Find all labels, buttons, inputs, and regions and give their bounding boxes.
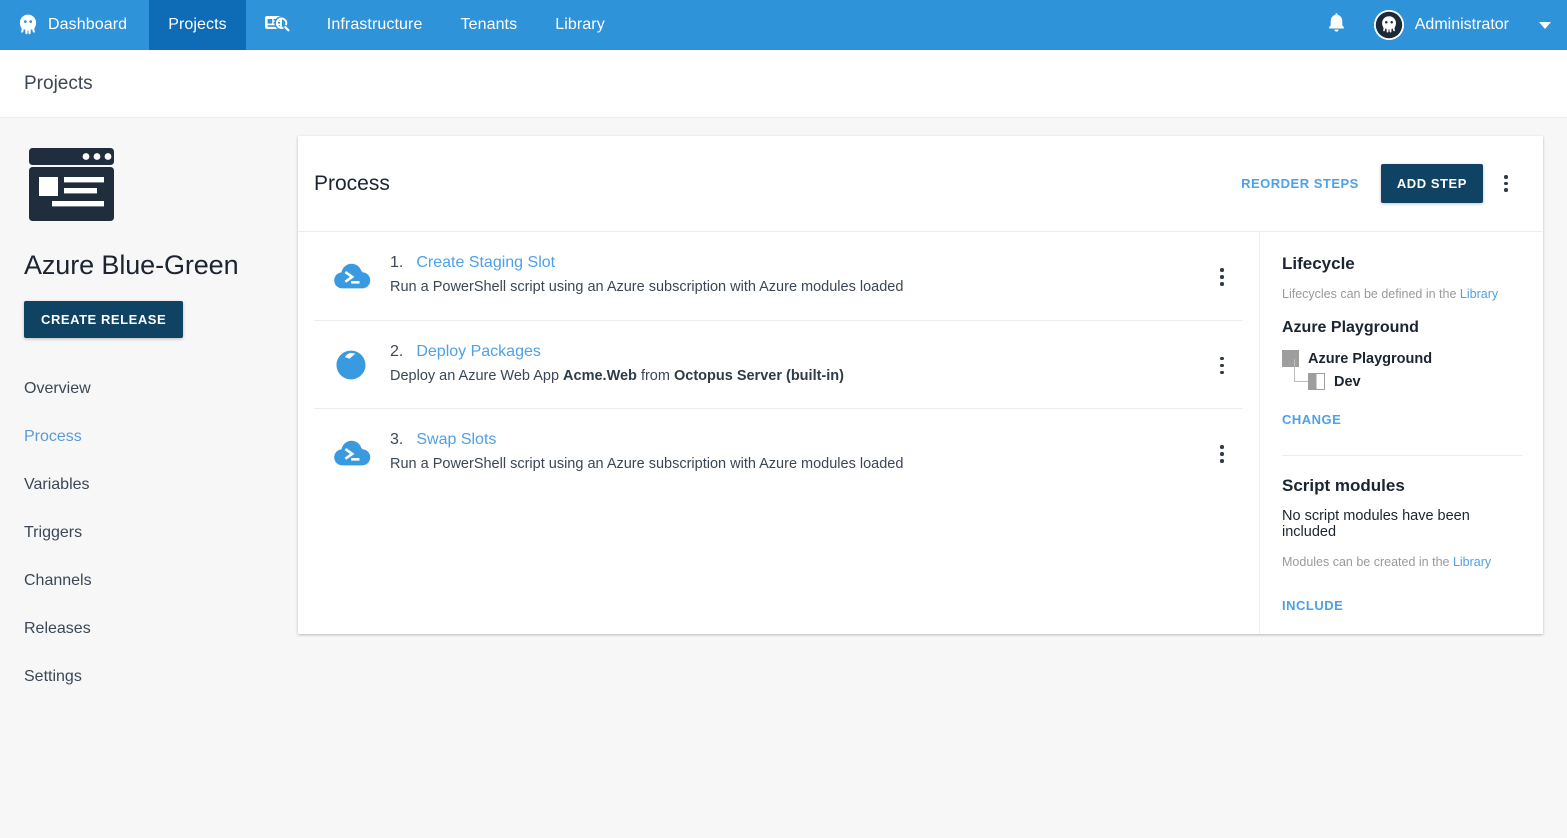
notifications-button[interactable] <box>1310 0 1364 50</box>
nav-item-infrastructure-label: Infrastructure <box>327 16 423 34</box>
script-modules-library-link[interactable]: Library <box>1453 555 1491 569</box>
script-modules-hint-text: Modules can be created in the <box>1282 555 1453 569</box>
step-overflow-menu-icon[interactable] <box>1205 260 1239 294</box>
change-lifecycle-button[interactable]: CHANGE <box>1271 402 1352 437</box>
nav-item-dashboard[interactable]: Dashboard <box>0 0 149 50</box>
process-card-body: 1. Create Staging Slot Run a PowerShell … <box>298 232 1543 634</box>
search-icon <box>264 12 290 39</box>
list-item: Azure Playground <box>1282 350 1523 367</box>
step-content: 1. Create Staging Slot Run a PowerShell … <box>390 252 1205 298</box>
table-row[interactable]: 1. Create Staging Slot Run a PowerShell … <box>314 232 1243 321</box>
nav-item-tenants-label: Tenants <box>460 16 517 34</box>
step-name-link[interactable]: Deploy Packages <box>416 343 541 361</box>
process-header-actions: REORDER STEPS ADD STEP <box>1229 164 1521 203</box>
process-side-rail: Lifecycle Lifecycles can be defined in t… <box>1259 232 1543 634</box>
page-header-bar: Projects <box>0 50 1567 118</box>
browser-window-icon <box>24 144 119 225</box>
nav-item-library-label: Library <box>555 16 605 34</box>
lifecycle-heading: Lifecycle <box>1282 254 1523 274</box>
script-modules-heading: Script modules <box>1282 476 1523 496</box>
script-modules-hint: Modules can be created in the Library <box>1282 554 1523 570</box>
lifecycle-phase-label: Dev <box>1334 374 1361 390</box>
page-body: Azure Blue-Green CREATE RELEASE Overview… <box>0 118 1567 837</box>
nav-item-projects-label: Projects <box>168 16 227 34</box>
sidebar-item-releases[interactable]: Releases <box>24 610 273 648</box>
step-name-link[interactable]: Create Staging Slot <box>416 254 555 272</box>
step-number: 1. <box>390 254 403 272</box>
lifecycle-hint: Lifecycles can be defined in the Library <box>1282 286 1523 302</box>
reorder-steps-button[interactable]: REORDER STEPS <box>1229 166 1371 201</box>
step-number: 2. <box>390 343 403 361</box>
process-card: Process REORDER STEPS ADD STEP <box>298 136 1543 634</box>
script-modules-empty-text: No script modules have been included <box>1282 508 1523 540</box>
chevron-down-icon <box>1539 22 1551 29</box>
azure-powershell-cloud-icon <box>330 258 372 294</box>
global-search-button[interactable] <box>246 0 308 50</box>
user-menu-toggle[interactable] <box>1523 0 1567 50</box>
page-title: Projects <box>24 73 93 95</box>
step-title-line: 3. Swap Slots <box>390 431 1205 449</box>
azure-web-app-globe-icon <box>330 347 372 383</box>
top-navigation-bar: Dashboard Projects Infra <box>0 0 1567 50</box>
octopus-icon <box>18 14 38 36</box>
lifecycle-phase-tree: Azure Playground Dev <box>1282 350 1523 390</box>
lifecycle-name: Azure Playground <box>1282 319 1523 337</box>
sidebar-item-variables[interactable]: Variables <box>24 466 273 504</box>
add-step-button[interactable]: ADD STEP <box>1381 164 1483 203</box>
step-number: 3. <box>390 431 403 449</box>
process-steps-list: 1. Create Staging Slot Run a PowerShell … <box>298 232 1259 634</box>
sidebar-item-process[interactable]: Process <box>24 418 273 456</box>
user-menu[interactable]: Administrator <box>1364 0 1523 50</box>
step-title-line: 2. Deploy Packages <box>390 343 1205 361</box>
step-title-line: 1. Create Staging Slot <box>390 254 1205 272</box>
avatar <box>1374 10 1404 40</box>
half-square-icon <box>1308 373 1325 390</box>
nav-item-library[interactable]: Library <box>536 0 624 50</box>
list-item: Dev <box>1308 373 1523 390</box>
process-title: Process <box>314 172 390 196</box>
nav-item-infrastructure[interactable]: Infrastructure <box>308 0 442 50</box>
sidebar-item-overview[interactable]: Overview <box>24 370 273 408</box>
user-name-label: Administrator <box>1415 16 1509 34</box>
lifecycle-library-link[interactable]: Library <box>1460 287 1498 301</box>
project-nav: Overview Process Variables Triggers Chan… <box>24 370 273 696</box>
bell-icon <box>1327 12 1346 38</box>
lifecycle-phase-label: Azure Playground <box>1308 351 1432 367</box>
sidebar-item-channels[interactable]: Channels <box>24 562 273 600</box>
sidebar-item-triggers[interactable]: Triggers <box>24 514 273 552</box>
step-overflow-menu-icon[interactable] <box>1205 349 1239 383</box>
nav-item-dashboard-label: Dashboard <box>48 16 127 34</box>
sidebar-item-settings[interactable]: Settings <box>24 658 273 696</box>
top-nav-links: Dashboard Projects Infra <box>0 0 624 50</box>
step-name-link[interactable]: Swap Slots <box>416 431 496 449</box>
include-script-module-button[interactable]: INCLUDE <box>1271 588 1354 623</box>
process-card-header: Process REORDER STEPS ADD STEP <box>298 136 1543 232</box>
step-overflow-menu-icon[interactable] <box>1205 437 1239 471</box>
top-nav-right: Administrator <box>1310 0 1567 50</box>
table-row[interactable]: 2. Deploy Packages Deploy an Azure Web A… <box>314 321 1243 410</box>
step-description: Deploy an Azure Web App Acme.Web from Oc… <box>390 367 1205 387</box>
nav-item-projects[interactable]: Projects <box>149 0 246 50</box>
nav-item-tenants[interactable]: Tenants <box>441 0 536 50</box>
create-release-button[interactable]: CREATE RELEASE <box>24 301 183 338</box>
table-row[interactable]: 3. Swap Slots Run a PowerShell script us… <box>314 409 1243 497</box>
rail-divider <box>1282 455 1523 456</box>
azure-powershell-cloud-icon <box>330 435 372 471</box>
step-description: Run a PowerShell script using an Azure s… <box>390 278 1205 298</box>
lifecycle-hint-text: Lifecycles can be defined in the <box>1282 287 1460 301</box>
step-content: 2. Deploy Packages Deploy an Azure Web A… <box>390 341 1205 387</box>
step-content: 3. Swap Slots Run a PowerShell script us… <box>390 429 1205 475</box>
kebab-menu-icon[interactable] <box>1491 167 1521 201</box>
project-sidebar: Azure Blue-Green CREATE RELEASE Overview… <box>24 136 273 706</box>
project-name: Azure Blue-Green <box>24 251 273 281</box>
step-description: Run a PowerShell script using an Azure s… <box>390 455 1205 475</box>
